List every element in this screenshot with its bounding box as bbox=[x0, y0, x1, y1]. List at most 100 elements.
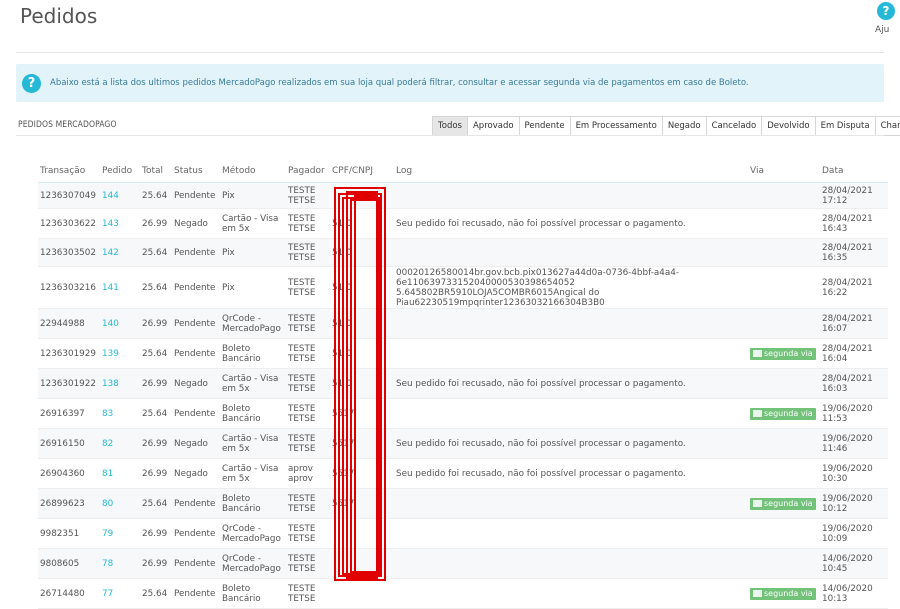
order-link[interactable]: 138 bbox=[102, 379, 119, 389]
cell-data: 19/06/2020 10:12 bbox=[820, 488, 888, 519]
order-link[interactable]: 142 bbox=[102, 248, 119, 258]
cell-total: 26.99 bbox=[140, 548, 172, 579]
cell-data: 28/04/2021 16:43 bbox=[820, 208, 888, 239]
col-cpf: CPF/CNPJ bbox=[330, 160, 394, 183]
help-icon: ? bbox=[877, 2, 895, 20]
cell-total: 25.64 bbox=[140, 488, 172, 519]
table-row: 26916397 83 25.64 Pendente Boleto Bancário TE… bbox=[38, 398, 888, 429]
table-row: 9982351 79 26.99 Pendente QrCode - MercadoPa… bbox=[38, 518, 888, 549]
cell-cpf bbox=[330, 578, 394, 609]
table-row: 1236307049 144 25.64 Pendente Pix TESTE TETSE… bbox=[38, 182, 888, 209]
col-total: Total bbox=[140, 160, 172, 183]
cell-data: 19/06/2020 10:30 bbox=[820, 458, 888, 489]
cell-data: 28/04/2021 16:03 bbox=[820, 368, 888, 399]
cell-via bbox=[748, 266, 820, 309]
cell-via bbox=[748, 238, 820, 267]
panel-heading: PEDIDOS MERCADOPAGO bbox=[18, 120, 117, 130]
info-text: Abaixo está a lista dos ultimos pedidos … bbox=[50, 78, 749, 88]
filter-em-processamento[interactable]: Em Processamento bbox=[570, 117, 663, 135]
cell-cpf: 51 0 bbox=[330, 308, 394, 339]
cell-metodo: QrCode - MercadoPago bbox=[220, 308, 286, 339]
segunda-via-label: segunda via bbox=[764, 348, 813, 358]
cell-total: 25.64 bbox=[140, 338, 172, 369]
cell-total: 26.99 bbox=[140, 368, 172, 399]
cell-via: segunda via bbox=[748, 398, 820, 429]
order-link[interactable]: 141 bbox=[102, 283, 119, 293]
col-pedido: Pedido bbox=[100, 160, 140, 183]
page-title: Pedidos bbox=[20, 4, 98, 28]
cell-cpf bbox=[330, 518, 394, 549]
cell-total: 26.99 bbox=[140, 308, 172, 339]
cell-pedido: 142 bbox=[100, 238, 140, 267]
cell-transacao: 26904360 bbox=[38, 458, 100, 489]
table-row: 22944988 140 26.99 Pendente QrCode - Mercado… bbox=[38, 308, 888, 339]
col-via: Via bbox=[748, 160, 820, 183]
filter-em-disputa[interactable]: Em Disputa bbox=[815, 117, 876, 135]
segunda-via-button[interactable]: segunda via bbox=[750, 347, 816, 360]
cell-via bbox=[748, 518, 820, 549]
segunda-via-button[interactable]: segunda via bbox=[750, 497, 816, 510]
cell-metodo: QrCode - MercadoPago bbox=[220, 548, 286, 579]
cell-cpf: 5517 bbox=[330, 428, 394, 459]
help-button[interactable]: ? Aju bbox=[870, 2, 900, 36]
order-link[interactable]: 78 bbox=[102, 559, 113, 569]
table-row: 1236303622 143 26.99 Negado Cartão - Visa em… bbox=[38, 208, 888, 239]
col-pagador: Pagador bbox=[286, 160, 330, 183]
cell-pagador: TESTE TETSE bbox=[286, 488, 330, 519]
cell-status: Pendente bbox=[172, 266, 220, 309]
filter-devolvido[interactable]: Devolvido bbox=[762, 117, 816, 135]
cell-cpf: 51 0 bbox=[330, 368, 394, 399]
filter-pendente[interactable]: Pendente bbox=[519, 117, 571, 135]
order-link[interactable]: 77 bbox=[102, 589, 113, 599]
cell-pedido: 77 bbox=[100, 578, 140, 609]
cell-data: 28/04/2021 16:04 bbox=[820, 338, 888, 369]
segunda-via-button[interactable]: segunda via bbox=[750, 587, 816, 600]
cell-data: 14/06/2020 10:13 bbox=[820, 578, 888, 609]
filter-chargedbac[interactable]: Chargedbac bbox=[875, 117, 900, 135]
cell-status: Negado bbox=[172, 458, 220, 489]
table-row: 26904360 81 26.99 Negado Cartão - Visa em 5x… bbox=[38, 458, 888, 489]
order-link[interactable]: 81 bbox=[102, 469, 113, 479]
cell-pagador: TESTE TETSE bbox=[286, 518, 330, 549]
cell-via bbox=[748, 368, 820, 399]
cell-cpf: 5517 bbox=[330, 488, 394, 519]
panel-divider bbox=[16, 135, 884, 136]
order-link[interactable]: 82 bbox=[102, 439, 113, 449]
cell-transacao: 26714480 bbox=[38, 578, 100, 609]
order-link[interactable]: 139 bbox=[102, 349, 119, 359]
col-status: Status bbox=[172, 160, 220, 183]
cell-metodo: Cartão - Visa em 5x bbox=[220, 458, 286, 489]
cell-transacao: 1236303216 bbox=[38, 266, 100, 309]
segunda-via-button[interactable]: segunda via bbox=[750, 407, 816, 420]
cell-pedido: 143 bbox=[100, 208, 140, 239]
cell-pedido: 139 bbox=[100, 338, 140, 369]
cell-transacao: 1236307049 bbox=[38, 182, 100, 209]
cell-log bbox=[394, 548, 748, 579]
order-link[interactable]: 143 bbox=[102, 219, 119, 229]
cell-metodo: Cartão - Visa em 5x bbox=[220, 428, 286, 459]
order-link[interactable]: 79 bbox=[102, 529, 113, 539]
order-link[interactable]: 80 bbox=[102, 499, 113, 509]
cell-cpf: 5517 bbox=[330, 458, 394, 489]
filter-todos[interactable]: Todos bbox=[433, 117, 468, 135]
order-link[interactable]: 140 bbox=[102, 319, 119, 329]
col-transacao: Transação bbox=[38, 160, 100, 183]
cell-pagador: TESTE TETSE bbox=[286, 266, 330, 309]
cell-status: Pendente bbox=[172, 238, 220, 267]
table-row: 1236303502 142 25.64 Pendente Pix TESTE TETSE… bbox=[38, 238, 888, 267]
order-link[interactable]: 83 bbox=[102, 409, 113, 419]
cell-log bbox=[394, 518, 748, 549]
cell-transacao: 22944988 bbox=[38, 308, 100, 339]
cell-log bbox=[394, 578, 748, 609]
cell-pagador: TESTE TETSE bbox=[286, 428, 330, 459]
cell-metodo: Boleto Bancário bbox=[220, 578, 286, 609]
cell-data: 28/04/2021 16:22 bbox=[820, 266, 888, 309]
cell-log: Seu pedido foi recusado, não foi possíve… bbox=[394, 208, 748, 239]
filter-aprovado[interactable]: Aprovado bbox=[467, 117, 520, 135]
col-data: Data bbox=[820, 160, 888, 183]
cell-pedido: 79 bbox=[100, 518, 140, 549]
table-row: 1236301929 139 25.64 Pendente Boleto Bancári… bbox=[38, 338, 888, 369]
order-link[interactable]: 144 bbox=[102, 191, 119, 201]
filter-cancelado[interactable]: Cancelado bbox=[706, 117, 763, 135]
filter-negado[interactable]: Negado bbox=[662, 117, 707, 135]
